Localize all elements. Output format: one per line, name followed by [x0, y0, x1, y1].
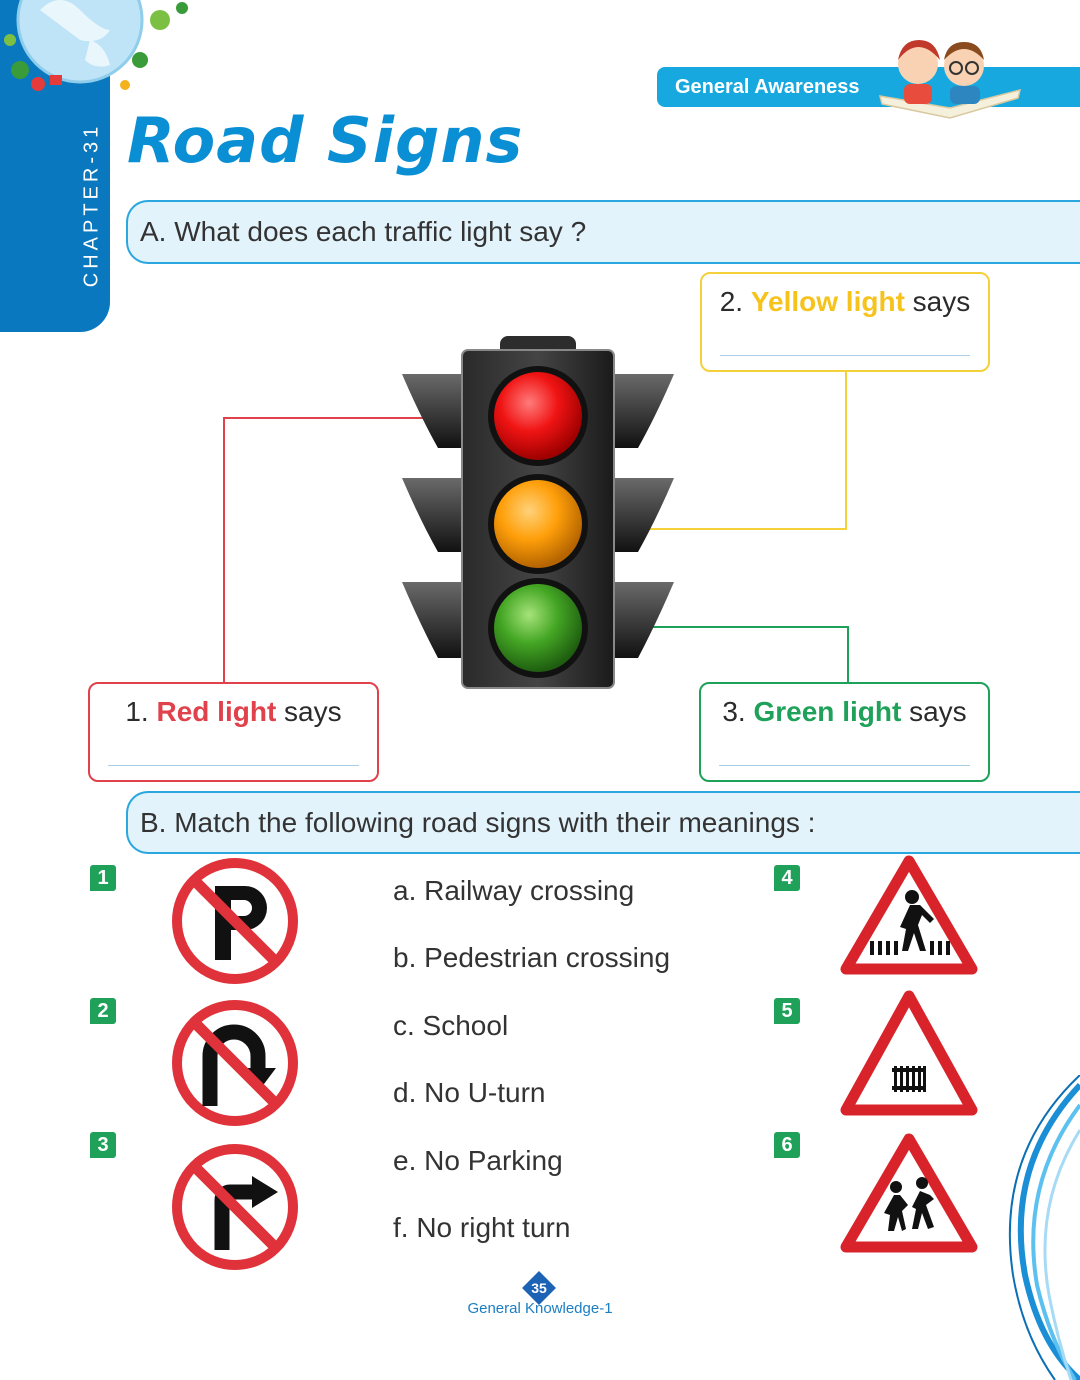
- section-a-text: A. What does each traffic light say ?: [140, 216, 587, 247]
- sign-number-badge: 6: [774, 1132, 800, 1158]
- yellow-answer-line[interactable]: [720, 355, 970, 356]
- yellow-box-color-word: Yellow light: [750, 286, 905, 317]
- sign-number-badge: 5: [774, 998, 800, 1024]
- red-box-suffix: says: [284, 696, 342, 727]
- banner-label: General Awareness: [675, 76, 860, 98]
- red-light-answer-box: 1. Red light says: [88, 682, 379, 782]
- green-answer-line[interactable]: [719, 765, 970, 766]
- book-title: General Knowledge-1: [467, 1300, 613, 1317]
- page-title: Road Signs: [127, 104, 524, 177]
- page-number: 35: [531, 1280, 547, 1296]
- yellow-box-suffix: says: [912, 286, 971, 317]
- globe-decoration-icon: [4, 0, 188, 91]
- meaning-option: c. School: [393, 1010, 509, 1041]
- pedestrian-crossing-icon: [840, 855, 978, 975]
- green-box-number: 3.: [722, 696, 746, 727]
- no-right-turn-icon: [172, 1144, 298, 1270]
- yellow-box-number: 2.: [719, 286, 744, 317]
- sign-number-badge: 2: [90, 998, 116, 1024]
- red-answer-line[interactable]: [108, 765, 359, 766]
- meaning-option: d. No U-turn: [393, 1077, 546, 1108]
- green-box-suffix: says: [909, 696, 967, 727]
- chapter-label: CHAPTER-31: [80, 122, 103, 288]
- railway-crossing-icon: [840, 990, 978, 1116]
- reading-kids-icon: [878, 40, 1022, 119]
- swirl-decoration-icon: [1008, 1075, 1080, 1380]
- section-a-question: A. What does each traffic light say ?: [126, 200, 1080, 264]
- sign-number-badge: 3: [90, 1132, 116, 1158]
- school-icon: [840, 1133, 978, 1253]
- green-box-color-word: Green light: [753, 696, 902, 727]
- section-b-text: B. Match the following road signs with t…: [140, 806, 816, 838]
- meaning-option: f. No right turn: [393, 1212, 571, 1243]
- sign-number-badge: 1: [90, 865, 116, 891]
- sign-number-badge: 4: [774, 865, 800, 891]
- traffic-light-icon: [402, 336, 674, 689]
- no-u-turn-icon: [172, 1000, 298, 1126]
- green-light-answer-box: 3. Green light says: [699, 682, 990, 782]
- meaning-option: e. No Parking: [393, 1145, 563, 1176]
- meaning-option: a. Railway crossing: [393, 875, 635, 906]
- yellow-light-answer-box: 2. Yellow light says: [700, 272, 990, 372]
- red-box-color-word: Red light: [156, 696, 277, 727]
- meaning-option: b. Pedestrian crossing: [393, 942, 671, 973]
- no-parking-icon: [172, 858, 298, 984]
- section-b-question: B. Match the following road signs with t…: [126, 791, 1080, 854]
- red-box-number: 1.: [125, 696, 149, 727]
